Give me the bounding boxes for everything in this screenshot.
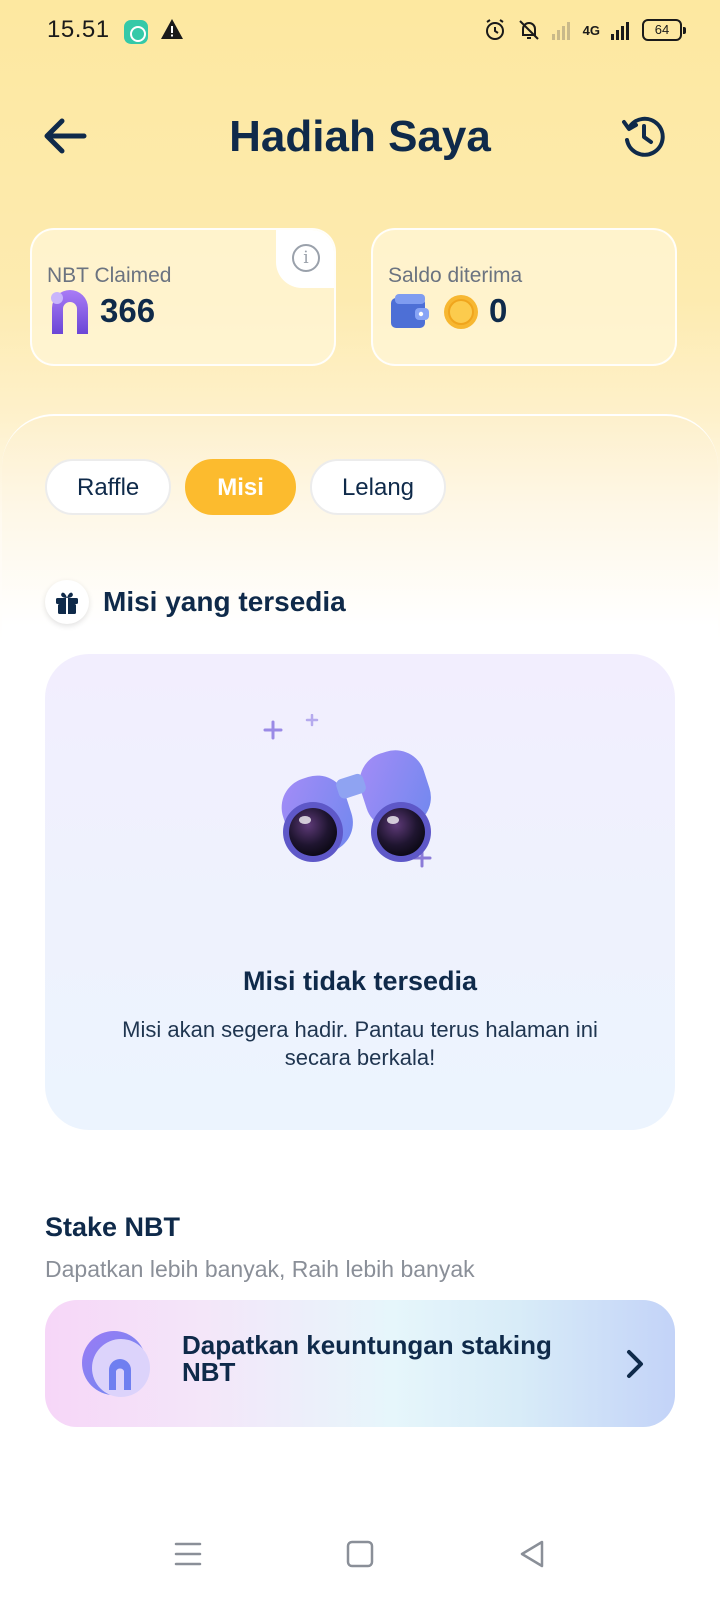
stake-banner-text: Dapatkan keuntungan staking NBT (182, 1330, 552, 1387)
status-icons: 4G 64 (483, 18, 686, 42)
alarm-icon (485, 19, 504, 40)
page-title: Hadiah Saya (229, 112, 491, 161)
section-title: Misi yang tersedia (103, 586, 346, 617)
status-bar: 15.51 4G 64 (0, 0, 720, 64)
tab-bar: Raffle Misi Lelang (45, 459, 447, 515)
warning-icon (161, 19, 183, 39)
stake-title: Stake NBT (45, 1212, 181, 1242)
tab-misi[interactable]: Misi (185, 459, 296, 515)
missions-section-header: Misi yang tersedia (45, 579, 346, 625)
status-time: 15.51 (47, 16, 110, 43)
binoculars-icon (263, 714, 432, 868)
stake-banner[interactable]: Dapatkan keuntungan staking NBT (45, 1300, 675, 1427)
back-triangle-icon[interactable] (512, 1534, 552, 1574)
stake-subtitle: Dapatkan lebih banyak, Raih lebih banyak (45, 1256, 475, 1282)
info-icon[interactable]: i (292, 244, 320, 272)
coin-icon (444, 295, 478, 329)
signal-icon (611, 22, 629, 40)
info-corner: i (276, 230, 334, 288)
battery-icon: 64 (642, 19, 686, 41)
gift-icon (56, 592, 78, 614)
wallet-icon (391, 294, 429, 328)
system-nav-bar (0, 1520, 720, 1590)
app-notification-icon (124, 20, 148, 44)
menu-icon[interactable] (168, 1534, 208, 1574)
header: Hadiah Saya (0, 100, 720, 172)
saldo-value: 0 (489, 292, 508, 329)
nbt-claimed-card: i NBT Claimed 366 (30, 228, 336, 366)
empty-state-card: Misi tidak tersedia Misi akan segera had… (45, 654, 675, 1130)
network-type: 4G (582, 22, 600, 38)
gift-icon-wrap (45, 580, 89, 624)
tab-lelang[interactable]: Lelang (309, 459, 447, 515)
tab-raffle[interactable]: Raffle (45, 459, 172, 515)
saldo-card: Saldo diterima 0 (371, 228, 677, 366)
nbt-claimed-label: NBT Claimed (47, 264, 172, 287)
history-clock-icon[interactable] (620, 112, 668, 160)
nbt-logo-icon (82, 1331, 150, 1397)
nbt-logo-icon (51, 290, 88, 334)
mute-icon (518, 20, 539, 40)
home-square-icon[interactable] (340, 1534, 380, 1574)
saldo-label: Saldo diterima (388, 264, 523, 287)
signal-icon (551, 22, 570, 40)
empty-state-description: Misi akan segera hadir. Pantau terus hal… (122, 1017, 598, 1070)
chevron-right-icon (627, 1350, 643, 1378)
nbt-claimed-value: 366 (100, 292, 156, 329)
empty-state-title: Misi tidak tersedia (242, 966, 478, 996)
